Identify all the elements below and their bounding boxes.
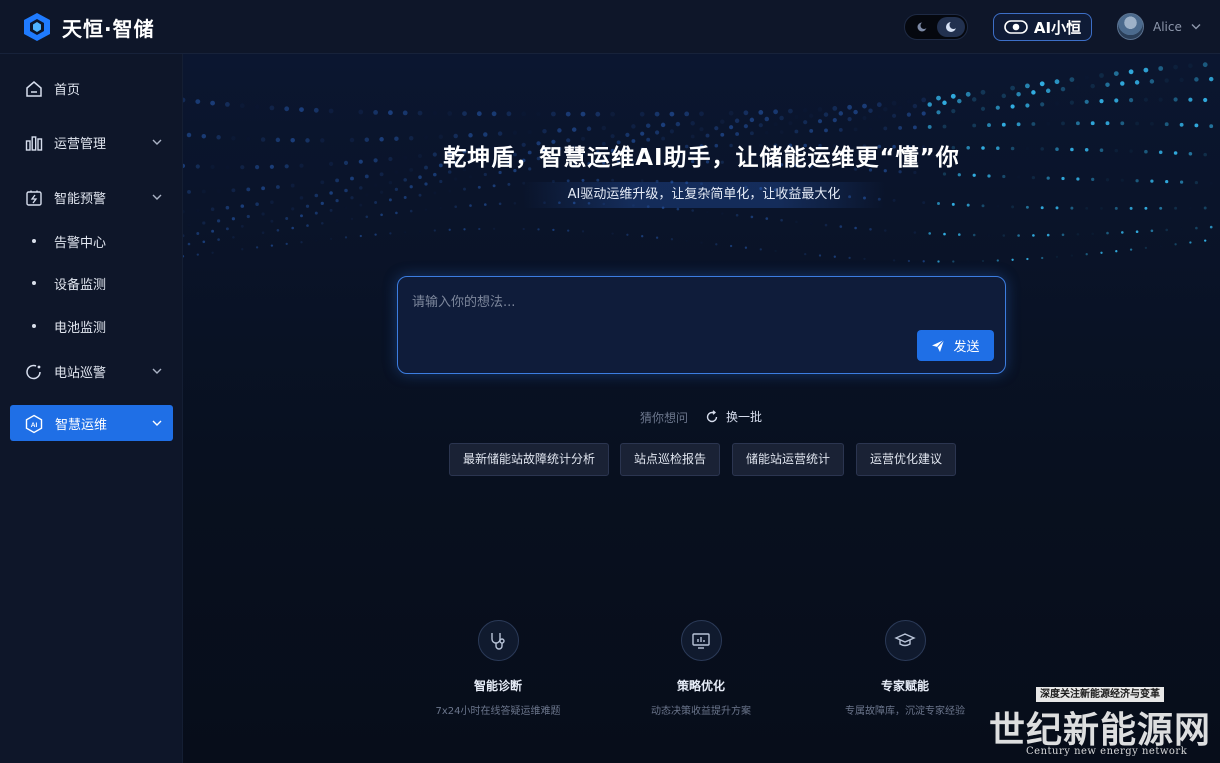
- theme-toggle[interactable]: [904, 14, 968, 40]
- suggestion-chip[interactable]: 站点巡检报告: [620, 443, 721, 476]
- sidebar-item-label: 设备监测: [54, 277, 107, 293]
- feature-icon-circle: [477, 620, 519, 661]
- guess-label: 猜你想问: [640, 411, 689, 425]
- moon-small-icon: [917, 22, 928, 32]
- chevron-down-icon: [152, 420, 162, 426]
- home-icon: [26, 81, 42, 97]
- sidebar-item-patrol[interactable]: 电站巡警: [0, 353, 183, 389]
- dark-mode-option[interactable]: [937, 17, 965, 37]
- feature-desc: 动态决策收益提升方案: [651, 706, 751, 717]
- sidebar-item-label: 智能预警: [54, 191, 107, 207]
- feature-desc: 专属故障库，沉淀专家经验: [845, 706, 965, 717]
- sidebar-item-alarm-center[interactable]: 告警中心: [0, 223, 183, 259]
- user-name: Alice: [1153, 19, 1182, 34]
- robot-eye-icon: [1004, 20, 1028, 34]
- feature-icon-circle: [680, 620, 722, 661]
- bullet-dot: [32, 324, 36, 328]
- send-button[interactable]: 发送: [917, 330, 994, 361]
- sidebar-item-label: 告警中心: [54, 235, 107, 251]
- chevron-down-icon: [152, 368, 162, 374]
- bar-chart-icon: [25, 136, 43, 151]
- sidebar-item-label: 首页: [54, 82, 81, 98]
- avatar: [1117, 13, 1144, 40]
- sidebar-item-battery-monitor[interactable]: 电池监测: [0, 308, 183, 344]
- refresh-suggestions-button[interactable]: 换一批: [705, 408, 762, 425]
- ai-assistant-label: AI小恒: [1033, 18, 1082, 37]
- main-content: 乾坤盾，智慧运维AI助手，让储能运维更“懂”你 AI驱动运维升级，让复杂简单化，…: [183, 54, 1220, 763]
- top-header: 天恒·智储 AI小恒 Alice: [0, 0, 1220, 54]
- bullet-dot: [32, 281, 36, 285]
- feature-icon-circle: [884, 620, 926, 661]
- feature-title: 智能诊断: [473, 679, 522, 693]
- battery-alert-icon: [26, 190, 42, 206]
- paper-plane-icon: [932, 339, 945, 352]
- light-mode-option[interactable]: [908, 17, 936, 37]
- sidebar-item-label: 运营管理: [54, 136, 107, 152]
- sidebar: 首页 运营管理 智能预警 告警中心 设备监测 电池监测 电站巡警 AI 智慧运维: [0, 54, 183, 763]
- chevron-down-icon: [152, 194, 162, 200]
- stethoscope-icon: [491, 632, 505, 650]
- suggestion-chips: 最新储能站故障统计分析 站点巡检报告 储能站运营统计 运营优化建议: [183, 443, 1220, 477]
- hero-subtitle: AI驱动运维升级，让复杂简单化，让收益最大化: [523, 182, 885, 208]
- app-name: 天恒·智储: [62, 16, 155, 41]
- feature-title: 专家赋能: [880, 679, 929, 693]
- svg-text:AI: AI: [31, 422, 38, 429]
- hero-title: 乾坤盾，智慧运维AI助手，让储能运维更“懂”你: [443, 145, 960, 171]
- user-menu[interactable]: Alice: [1117, 13, 1201, 40]
- feature-smart-diagnosis: 智能诊断 7x24小时在线答疑运维难题: [398, 620, 598, 717]
- patrol-icon: [26, 364, 41, 380]
- sidebar-item-operations[interactable]: 运营管理: [0, 124, 183, 160]
- watermark-subtitle: Century new energy network: [1026, 746, 1188, 757]
- sidebar-item-label: 智慧运维: [55, 417, 108, 433]
- refresh-icon: [706, 409, 718, 422]
- ai-icon: AI: [25, 414, 43, 434]
- feature-title: 策略优化: [676, 679, 725, 693]
- feature-desc: 7x24小时在线答疑运维难题: [435, 706, 561, 717]
- chevron-down-icon: [1191, 24, 1201, 30]
- sidebar-item-home[interactable]: 首页: [0, 70, 183, 106]
- monitor-chart-icon: [692, 632, 710, 649]
- moon-icon: [946, 21, 957, 32]
- sidebar-item-smart-ops[interactable]: AI 智慧运维: [10, 405, 173, 441]
- watermark-badge: 深度关注新能源经济与变革: [1036, 687, 1164, 702]
- refresh-label: 换一批: [726, 410, 763, 424]
- suggestion-chip[interactable]: 运营优化建议: [856, 443, 957, 476]
- graduation-cap-icon: [894, 632, 916, 646]
- app-logo[interactable]: 天恒·智储: [22, 12, 155, 42]
- chevron-down-icon: [152, 139, 162, 145]
- feature-expert-empowerment: 专家赋能 专属故障库，沉淀专家经验: [805, 620, 1005, 717]
- sidebar-item-warning[interactable]: 智能预警: [0, 179, 183, 215]
- suggestion-chip[interactable]: 储能站运营统计: [732, 443, 845, 476]
- chat-input-box: 发送: [397, 276, 1006, 374]
- chat-input[interactable]: [412, 291, 972, 331]
- feature-strategy-optimization: 策略优化 动态决策收益提升方案: [601, 620, 801, 717]
- sidebar-item-device-monitor[interactable]: 设备监测: [0, 265, 183, 301]
- bullet-dot: [32, 239, 36, 243]
- send-button-label: 发送: [953, 340, 980, 355]
- logo-mark-icon: [24, 13, 50, 41]
- sidebar-item-label: 电池监测: [54, 320, 107, 336]
- sidebar-item-label: 电站巡警: [54, 365, 107, 381]
- suggestion-chip[interactable]: 最新储能站故障统计分析: [449, 443, 610, 476]
- ai-assistant-button[interactable]: AI小恒: [993, 13, 1092, 41]
